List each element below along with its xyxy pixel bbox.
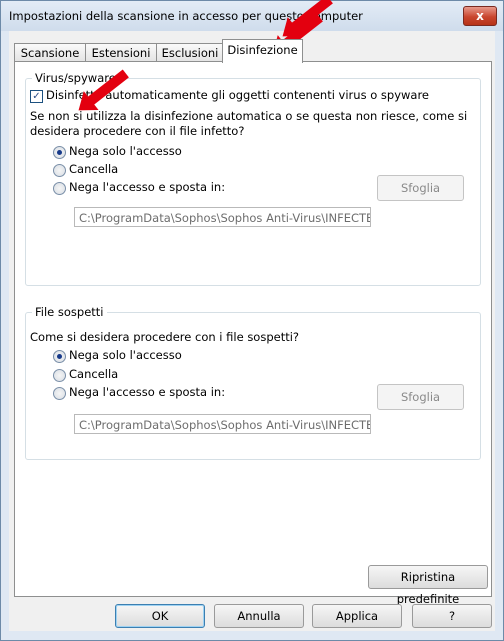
restore-defaults-button[interactable]: Ripristina predefinite xyxy=(368,565,488,606)
suspicious-deny-access-label: Nega solo l'accesso xyxy=(69,348,182,362)
dialog-body: Scansione Estensioni Esclusioni Disinfez… xyxy=(9,31,495,631)
suspicious-delete-label: Cancella xyxy=(69,367,119,381)
virus-browse-button[interactable]: Sfoglia xyxy=(377,175,464,201)
tab-esclusioni[interactable]: Esclusioni xyxy=(156,43,224,62)
tab-scansione[interactable]: Scansione xyxy=(14,43,86,62)
close-button[interactable]: x xyxy=(463,6,497,26)
tab-disinfezione[interactable]: Disinfezione xyxy=(222,39,303,63)
virus-deny-move-radio[interactable] xyxy=(53,182,66,195)
close-icon: x xyxy=(476,9,484,23)
virus-deny-access-radio[interactable] xyxy=(53,146,66,159)
suspicious-path-field[interactable]: C:\ProgramData\Sophos\Sophos Anti-Virus\… xyxy=(74,414,371,434)
ok-button[interactable]: OK xyxy=(115,604,205,628)
suspicious-files-group: File sospetti Come si desidera procedere… xyxy=(25,305,481,460)
apply-button[interactable]: Applica xyxy=(312,604,402,628)
suspicious-browse-button[interactable]: Sfoglia xyxy=(377,384,464,410)
auto-clean-checkbox[interactable]: ✓ xyxy=(30,90,43,103)
suspicious-deny-access-radio[interactable] xyxy=(53,350,66,363)
suspicious-files-legend: File sospetti xyxy=(32,305,107,319)
suspicious-deny-move-radio[interactable] xyxy=(53,387,66,400)
virus-delete-radio[interactable] xyxy=(53,164,66,177)
virus-deny-access-label: Nega solo l'accesso xyxy=(69,144,182,158)
virus-delete-label: Cancella xyxy=(69,162,119,176)
help-button[interactable]: ? xyxy=(412,604,492,628)
tab-estensioni[interactable]: Estensioni xyxy=(85,43,157,62)
dialog-button-bar: OK Annulla Applica ? xyxy=(9,603,495,631)
virus-deny-move-label: Nega l'accesso e sposta in: xyxy=(69,180,226,194)
infected-question-line2: desidera procedere con il file infetto? xyxy=(30,124,245,138)
suspicious-delete-radio[interactable] xyxy=(53,369,66,382)
virus-path-field[interactable]: C:\ProgramData\Sophos\Sophos Anti-Virus\… xyxy=(74,207,371,227)
suspicious-deny-move-label: Nega l'accesso e sposta in: xyxy=(69,385,226,399)
suspicious-question: Come si desidera procedere con i file so… xyxy=(30,330,300,344)
disinfection-panel: Virus/spyware ✓ Disinfetta automaticamen… xyxy=(14,61,492,606)
title-bar[interactable]: Impostazioni della scansione in accesso … xyxy=(1,1,503,31)
cancel-button[interactable]: Annulla xyxy=(214,604,304,628)
